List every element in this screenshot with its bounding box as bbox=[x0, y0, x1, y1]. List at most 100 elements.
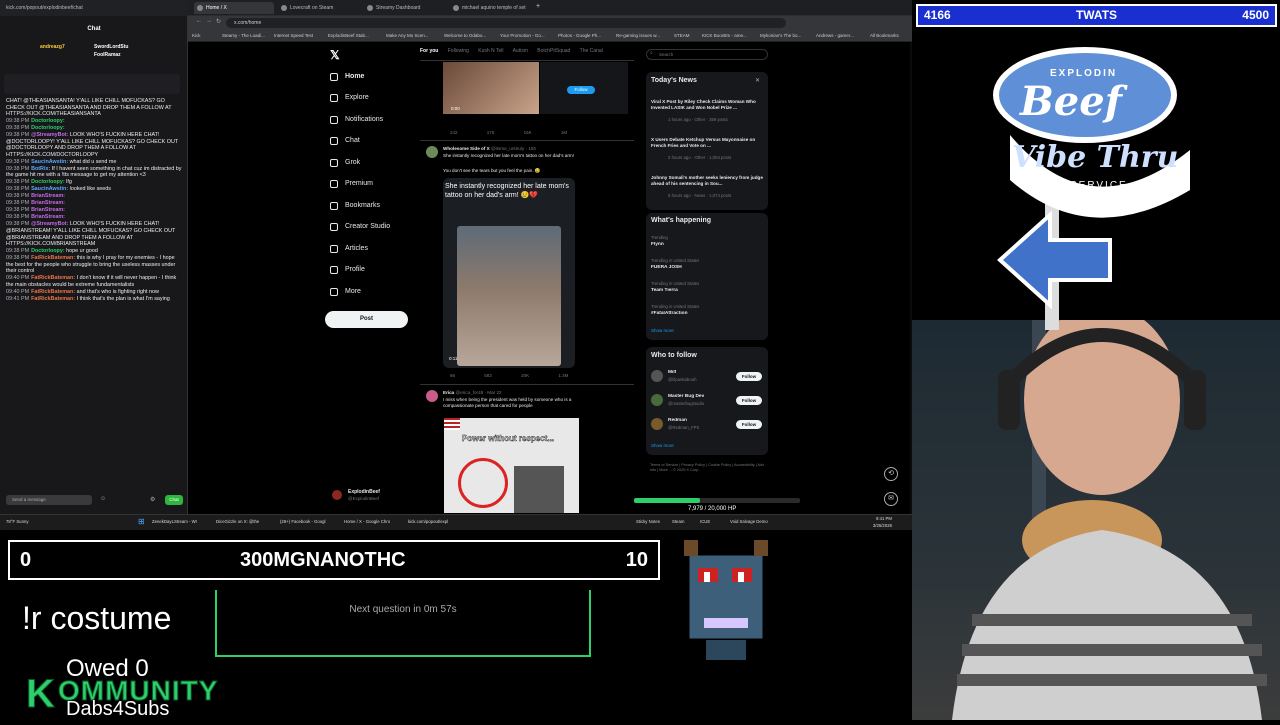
show-more-link[interactable]: Show more bbox=[651, 328, 674, 333]
tab-list[interactable]: The Canal bbox=[580, 48, 603, 54]
chat-username[interactable]: FatRickBateman: bbox=[31, 275, 75, 281]
chat-username[interactable]: Doctorloopy: bbox=[31, 118, 65, 124]
taskbar-item[interactable]: Home / X - Google Chro bbox=[344, 517, 404, 527]
windows-start-icon[interactable]: ⊞ bbox=[138, 517, 145, 527]
trend-name[interactable]: #FatalAttraction bbox=[651, 311, 688, 316]
follow-button[interactable]: Follow bbox=[736, 372, 762, 381]
repost-count[interactable]: 175 bbox=[487, 130, 495, 135]
forward-icon[interactable]: → bbox=[206, 18, 212, 24]
bookmark[interactable]: Mykonian's The bo... bbox=[760, 31, 814, 41]
chat-username[interactable]: BrianStream: bbox=[31, 207, 65, 213]
tab-list[interactable]: Autism bbox=[513, 48, 528, 54]
avatar[interactable] bbox=[426, 390, 438, 402]
chat-username[interactable]: FatRickBateman: bbox=[31, 255, 75, 261]
chat-username[interactable]: @StreamyBot: bbox=[31, 132, 68, 138]
taskbar-item[interactable]: ICUE bbox=[700, 517, 724, 527]
bookmark[interactable]: Internet Speed Test bbox=[274, 31, 326, 41]
reply-count[interactable]: 242 bbox=[450, 130, 458, 135]
taskbar-item[interactable]: kick.com/popout/expl bbox=[408, 517, 466, 527]
chat-username[interactable]: BrianStream: bbox=[31, 193, 65, 199]
taskbar-item[interactable]: Sticky Notes bbox=[636, 517, 666, 527]
avatar[interactable] bbox=[332, 490, 342, 500]
tab-following[interactable]: Following bbox=[448, 48, 469, 54]
follow-button[interactable]: Follow bbox=[736, 420, 762, 429]
trend-name[interactable]: Team Tierra bbox=[651, 288, 678, 293]
tweet-image[interactable]: Power without respect... bbox=[444, 418, 579, 513]
close-icon[interactable]: ✕ bbox=[755, 77, 760, 84]
bookmark[interactable]: Welcome to Odabo... bbox=[444, 31, 498, 41]
repost-count[interactable]: 583 bbox=[484, 373, 492, 378]
chat-username[interactable]: BrianStream: bbox=[31, 214, 65, 220]
chat-username[interactable]: @StreamyBot: bbox=[31, 221, 68, 227]
show-more-link[interactable]: Show more bbox=[651, 443, 674, 448]
taskbar-item[interactable]: ZenekDayLStream - Wr bbox=[152, 517, 210, 527]
chat-input[interactable]: Send a message bbox=[6, 495, 92, 505]
trend-name[interactable]: FUERA JOSH bbox=[651, 265, 682, 270]
tab-for-you[interactable]: For you bbox=[420, 48, 438, 54]
taskbar-item[interactable]: Void Salvage Demo bbox=[730, 517, 780, 527]
author-name[interactable]: Erica bbox=[443, 390, 454, 395]
bookmark[interactable]: Make Any Mo Scen... bbox=[386, 31, 442, 41]
avatar[interactable] bbox=[651, 370, 663, 382]
taskbar-item[interactable]: (28+) Facebook - Googl bbox=[280, 517, 340, 527]
view-count[interactable]: 1.3M bbox=[558, 373, 568, 378]
reload-icon[interactable]: ↻ bbox=[216, 18, 221, 25]
account-name[interactable]: ExplodinBeef bbox=[348, 489, 380, 495]
gear-icon[interactable]: ⚙ bbox=[150, 496, 155, 503]
bookmark[interactable]: STEAM bbox=[674, 31, 700, 41]
tab-streamy[interactable]: Streamy Dashboard bbox=[364, 2, 446, 14]
avatar[interactable] bbox=[651, 394, 663, 406]
author-name[interactable]: Wholesome Side of X bbox=[443, 146, 490, 151]
search-input[interactable]: Search bbox=[646, 49, 768, 60]
chat-username[interactable]: FatRickBateman: bbox=[31, 289, 75, 295]
tab-list[interactable]: BotchPitSquad bbox=[537, 48, 570, 54]
new-tab-button[interactable]: + bbox=[536, 3, 540, 10]
all-bookmarks[interactable]: All Bookmarks bbox=[870, 31, 910, 41]
chat-username[interactable]: FatRickBateman: bbox=[31, 296, 75, 302]
taskbar-item[interactable]: DiceGizzle on X: @the bbox=[216, 517, 274, 527]
suggested-name[interactable]: Master Bug Dev bbox=[668, 394, 704, 399]
chat-username[interactable]: BotRix: bbox=[31, 166, 50, 172]
follow-button[interactable]: Follow bbox=[567, 86, 595, 94]
follow-button[interactable]: Follow bbox=[736, 396, 762, 405]
emote-icon[interactable]: ☺ bbox=[100, 496, 106, 502]
grok-icon[interactable]: ⟲ bbox=[884, 467, 898, 481]
suggested-name[interactable]: Redman bbox=[668, 418, 687, 423]
chat-send-button[interactable]: Chat bbox=[165, 495, 183, 505]
reply-count[interactable]: 66 bbox=[450, 373, 455, 378]
tweet-video[interactable]: She instantly recognized her late mom's … bbox=[443, 178, 575, 368]
chat-username[interactable]: BrianStream: bbox=[31, 200, 65, 206]
bookmark[interactable]: Re-gaming issues w... bbox=[616, 31, 672, 41]
news-headline[interactable]: Johnny Somali's mother seeks leniency fr… bbox=[651, 175, 763, 186]
avatar[interactable] bbox=[651, 418, 663, 430]
footer-links[interactable]: Terms of Service | Privacy Policy | Cook… bbox=[650, 463, 768, 473]
taskbar-item[interactable]: Steam bbox=[672, 517, 696, 527]
like-count[interactable]: 16K bbox=[524, 130, 532, 135]
clock-time[interactable]: 9:41 PM bbox=[862, 515, 892, 522]
chat-username[interactable]: SaucinAwstin: bbox=[31, 186, 68, 192]
trend-name[interactable]: Flynn bbox=[651, 242, 664, 247]
messages-icon[interactable]: ✉ bbox=[884, 492, 898, 506]
chat-username[interactable]: Doctorloopy: bbox=[31, 125, 65, 131]
tab-temple[interactable]: michael aquino temple of set bbox=[450, 2, 534, 14]
chat-username[interactable]: Doctorloopy: bbox=[31, 248, 65, 254]
chat-username[interactable]: Doctorloopy: bbox=[31, 179, 65, 185]
news-headline[interactable]: X Users Debate Ketchup Versus Mayonnaise… bbox=[651, 137, 763, 148]
clock-date[interactable]: 3/25/2026 bbox=[858, 522, 892, 529]
address-bar[interactable]: x.com/home bbox=[226, 18, 786, 28]
weather-widget[interactable]: 78°F Sunny bbox=[6, 517, 36, 527]
back-icon[interactable]: ← bbox=[196, 18, 202, 24]
bookmark[interactable]: Photos - Google Ph... bbox=[558, 31, 614, 41]
bookmark[interactable]: Steamy - The Loadi... bbox=[222, 31, 272, 41]
tab-home-x[interactable]: Home / X bbox=[194, 2, 274, 14]
post-button[interactable]: Post bbox=[325, 311, 408, 328]
x-logo-icon[interactable]: 𝕏 bbox=[330, 48, 340, 62]
bookmark[interactable]: Your Promotion - Go... bbox=[500, 31, 556, 41]
avatar[interactable] bbox=[426, 146, 438, 158]
bookmark[interactable]: ExplodinBeef Stab... bbox=[328, 31, 384, 41]
suggested-name[interactable]: Milf bbox=[668, 370, 676, 375]
tab-list[interactable]: Kush N Tell bbox=[478, 48, 503, 54]
bookmark[interactable]: Andrews - gamer... bbox=[816, 31, 866, 41]
bookmark[interactable]: KICK Boosttm - ame... bbox=[702, 31, 758, 41]
tab-lovecraft[interactable]: Lovecraft on Steam bbox=[278, 2, 360, 14]
